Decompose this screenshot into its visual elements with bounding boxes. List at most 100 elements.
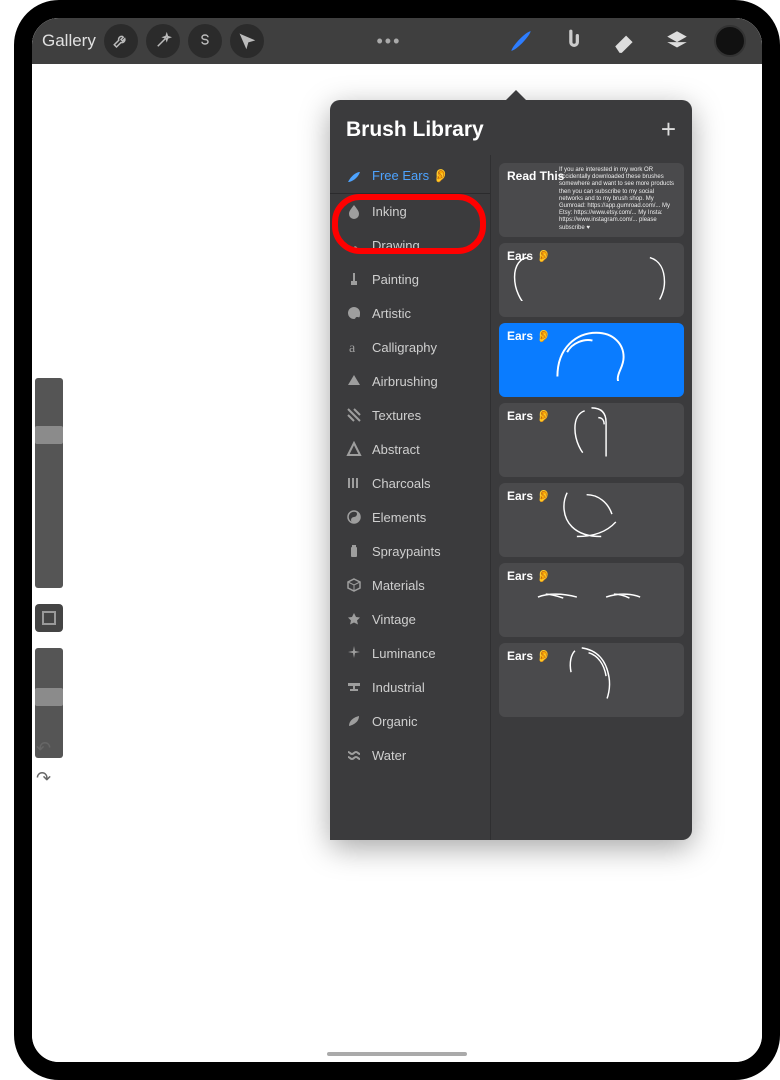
category-label: Calligraphy <box>372 340 437 355</box>
squiggle-icon <box>346 237 362 253</box>
brush-item[interactable]: Ears 👂 <box>499 243 684 317</box>
brush-preview <box>499 643 684 701</box>
category-squiggle[interactable]: Drawing <box>330 228 490 262</box>
transform-arrow-button[interactable] <box>230 24 264 58</box>
category-label: Industrial <box>372 680 425 695</box>
category-spray[interactable]: Airbrushing <box>330 364 490 398</box>
brush-preview <box>499 323 684 381</box>
sparkle-icon <box>346 645 362 661</box>
anvil-icon <box>346 679 362 695</box>
category-cube[interactable]: Materials <box>330 568 490 602</box>
brush-icon <box>508 28 534 54</box>
brush-category-list[interactable]: Free Ears 👂 Inking Drawing Painting Artistic… <box>330 155 491 840</box>
brush-item[interactable]: Ears 👂 <box>499 643 684 717</box>
layers-icon <box>664 28 690 54</box>
category-hatch[interactable]: Textures <box>330 398 490 432</box>
cursor-arrow-icon <box>238 32 256 50</box>
adjust-wand-button[interactable] <box>146 24 180 58</box>
brush-preview <box>499 403 684 461</box>
spray-icon <box>346 373 362 389</box>
home-indicator <box>327 1052 467 1056</box>
category-label: Materials <box>372 578 425 593</box>
eraser-icon <box>612 28 638 54</box>
add-brush-set-button[interactable]: + <box>661 114 676 145</box>
yinyang-icon <box>346 509 362 525</box>
category-label: Elements <box>372 510 426 525</box>
hatch-icon <box>346 407 362 423</box>
smudge-finger-icon <box>560 28 586 54</box>
undo-button[interactable]: ↶ <box>36 738 66 762</box>
brush-item[interactable]: Read ThisIf you are interested in my wor… <box>499 163 684 237</box>
selection-s-icon <box>196 32 214 50</box>
lines-icon <box>346 475 362 491</box>
color-picker-button[interactable] <box>714 25 746 57</box>
leaf-icon <box>346 713 362 729</box>
category-waves[interactable]: Water <box>330 738 490 772</box>
actions-wrench-button[interactable] <box>104 24 138 58</box>
category-label: Vintage <box>372 612 416 627</box>
procreate-canvas[interactable]: Gallery ••• <box>32 18 762 1062</box>
square-icon <box>42 611 56 625</box>
redo-icon: ↷ <box>36 768 51 788</box>
brush-preview <box>499 563 684 621</box>
brush-opacity-thumb[interactable] <box>35 688 63 706</box>
category-sparkle[interactable]: Luminance <box>330 636 490 670</box>
brush-item[interactable]: Ears 👂 <box>499 323 684 397</box>
eraser-tool-button[interactable] <box>610 26 640 56</box>
ellipsis-icon: ••• <box>376 31 401 51</box>
category-canister[interactable]: Spraypaints <box>330 534 490 568</box>
category-leaf[interactable]: Organic <box>330 704 490 738</box>
category-yinyang[interactable]: Elements <box>330 500 490 534</box>
selection-s-button[interactable] <box>188 24 222 58</box>
category-label: Inking <box>372 204 407 219</box>
brush-list[interactable]: Read ThisIf you are interested in my wor… <box>491 155 692 840</box>
paintbrush-icon <box>346 271 362 287</box>
category-lines[interactable]: Charcoals <box>330 466 490 500</box>
category-star[interactable]: Vintage <box>330 602 490 636</box>
cube-icon <box>346 577 362 593</box>
category-label: Textures <box>372 408 421 423</box>
category-label: Organic <box>372 714 418 729</box>
category-label: Artistic <box>372 306 411 321</box>
palette-icon <box>346 305 362 321</box>
undo-icon: ↶ <box>36 738 51 758</box>
brush-size-thumb[interactable] <box>35 426 63 444</box>
canister-icon <box>346 543 362 559</box>
svg-text:a: a <box>349 341 356 355</box>
category-brushstroke[interactable]: Free Ears 👂 <box>330 159 490 194</box>
waves-icon <box>346 747 362 763</box>
brush-tool-button[interactable] <box>506 26 536 56</box>
brush-item[interactable]: Ears 👂 <box>499 483 684 557</box>
category-label: Charcoals <box>372 476 431 491</box>
star-icon <box>346 611 362 627</box>
category-palette[interactable]: Artistic <box>330 296 490 330</box>
category-drop[interactable]: Inking <box>330 194 490 228</box>
category-paintbrush[interactable]: Painting <box>330 262 490 296</box>
brush-library-title: Brush Library <box>346 118 484 142</box>
plus-icon: + <box>661 114 676 144</box>
category-label: Luminance <box>372 646 436 661</box>
brush-item[interactable]: Ears 👂 <box>499 403 684 477</box>
redo-button[interactable]: ↷ <box>36 768 66 792</box>
layers-button[interactable] <box>662 26 692 56</box>
category-label: Spraypaints <box>372 544 441 559</box>
modify-button[interactable] <box>35 604 63 632</box>
brush-size-slider[interactable] <box>35 378 63 588</box>
category-triangle[interactable]: Abstract <box>330 432 490 466</box>
category-anvil[interactable]: Industrial <box>330 670 490 704</box>
category-script-a[interactable]: a Calligraphy <box>330 330 490 364</box>
ipad-device-frame: Gallery ••• <box>14 0 780 1080</box>
category-label: Abstract <box>372 442 420 457</box>
category-label: Airbrushing <box>372 374 438 389</box>
canvas-options-button[interactable]: ••• <box>374 31 404 52</box>
brush-preview <box>499 483 684 541</box>
category-label: Free Ears 👂 <box>372 168 449 184</box>
brush-library-popover: Brush Library + Free Ears 👂 Inking Drawing… <box>330 100 692 840</box>
brush-item[interactable]: Ears 👂 <box>499 563 684 637</box>
brush-preview <box>499 243 684 301</box>
smudge-tool-button[interactable] <box>558 26 588 56</box>
drop-icon <box>346 203 362 219</box>
category-label: Drawing <box>372 238 420 253</box>
gallery-button[interactable]: Gallery <box>42 31 96 51</box>
top-toolbar: Gallery ••• <box>32 18 762 64</box>
